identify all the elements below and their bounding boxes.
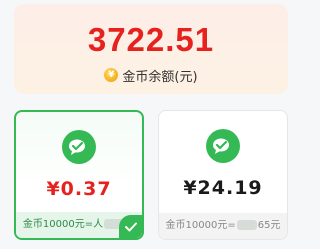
withdraw-option-2[interactable]: ¥24.19 金币10000元= 65元 xyxy=(158,110,288,240)
exchange-rate: 金币10000元= 65元 xyxy=(159,213,287,239)
option-amount: ¥0.37 xyxy=(46,178,112,200)
balance-label-row: ¥ 金币余额(元) xyxy=(14,66,288,85)
wechat-pay-icon xyxy=(62,130,96,164)
wechat-pay-icon xyxy=(206,129,240,163)
coin-icon: ¥ xyxy=(104,68,119,82)
option-amount: ¥24.19 xyxy=(183,177,263,199)
redacted-mask xyxy=(236,220,257,230)
balance-label: 金币余额(元) xyxy=(122,69,198,85)
withdraw-option-1[interactable]: ¥0.37 金币10000元=人元 xyxy=(14,110,144,240)
rate-prefix: 金币10000元= xyxy=(165,220,236,231)
rate-suffix: 65元 xyxy=(257,220,281,231)
balance-amount: 3722.51 xyxy=(87,21,215,58)
rate-prefix: 金币10000元=人 xyxy=(22,219,104,230)
balance-card: 3722.51 ¥ 金币余额(元) xyxy=(14,4,288,94)
selected-check-icon xyxy=(119,215,142,238)
